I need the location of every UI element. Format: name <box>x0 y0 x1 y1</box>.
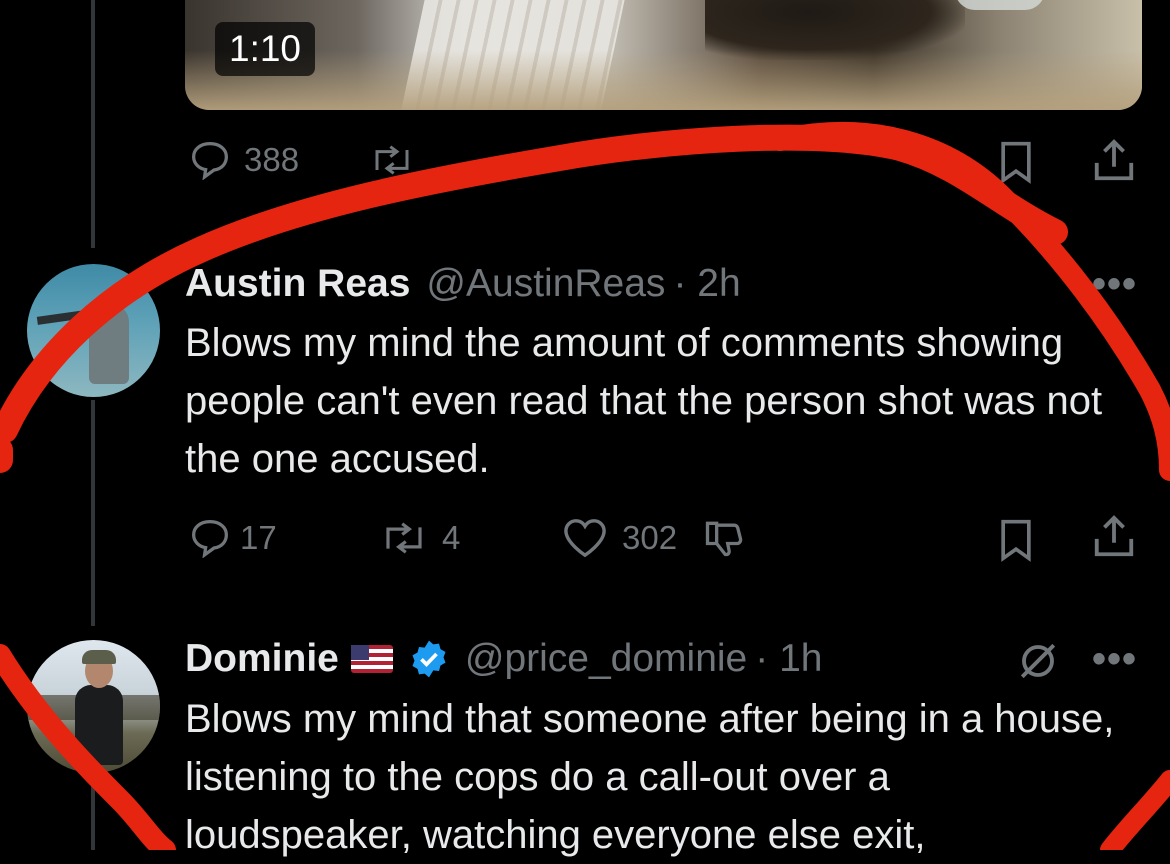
display-name[interactable]: Dominie <box>185 637 339 681</box>
dislike-icon[interactable] <box>702 517 746 559</box>
more-options-icon[interactable]: ••• <box>1092 262 1137 307</box>
tweet-actions: 17 4 302 <box>188 516 746 560</box>
reply-icon[interactable] <box>188 518 232 558</box>
video-duration-badge: 1:10 <box>215 22 316 76</box>
bookmark-icon[interactable] <box>997 518 1035 562</box>
avatar-cap <box>82 650 116 664</box>
thread-line-top <box>91 0 95 248</box>
avatar-dominie[interactable] <box>27 640 160 773</box>
repost-count: 4 <box>442 519 461 556</box>
top-tweet-actions: 388 <box>188 140 415 180</box>
grok-icon[interactable] <box>1016 640 1060 682</box>
video-player[interactable]: 1:10 <box>185 0 1142 110</box>
repost-icon[interactable] <box>369 145 415 175</box>
reply-count: 17 <box>240 519 277 556</box>
tweet-header: Austin Reas @AustinReas · 2h <box>185 262 741 306</box>
display-name[interactable]: Austin Reas <box>185 262 410 306</box>
timestamp[interactable]: · 1h <box>755 637 822 681</box>
thread-line-middle <box>91 400 95 626</box>
reply-icon[interactable] <box>188 140 232 180</box>
tweet-text: Blows my mind the amount of comments sho… <box>185 321 1103 481</box>
reply-count: 388 <box>244 141 300 178</box>
handle[interactable]: @price_dominie <box>465 637 747 681</box>
handle[interactable]: @AustinReas <box>426 262 665 306</box>
heart-icon[interactable] <box>562 517 608 559</box>
timestamp[interactable]: · 2h <box>673 262 740 306</box>
avatar-figure <box>89 304 129 384</box>
verified-badge-icon[interactable] <box>409 639 449 679</box>
tweet-text: Blows my mind that someone after being i… <box>185 697 1115 857</box>
more-options-icon[interactable]: ••• <box>1092 637 1137 682</box>
like-count: 302 <box>622 519 678 556</box>
avatar-figure <box>75 685 123 765</box>
repost-icon[interactable] <box>380 522 428 554</box>
us-flag-icon <box>350 645 393 673</box>
share-icon[interactable] <box>1092 514 1136 560</box>
tweet-header: Dominie @price_dominie · 1h <box>185 637 822 681</box>
thread-line-bottom <box>91 780 95 850</box>
video-frame-floor <box>185 50 1142 110</box>
video-frame-light <box>955 0 1045 10</box>
share-icon[interactable] <box>1092 138 1136 184</box>
bookmark-icon[interactable] <box>997 140 1035 184</box>
avatar-austin-reas[interactable] <box>27 264 160 397</box>
